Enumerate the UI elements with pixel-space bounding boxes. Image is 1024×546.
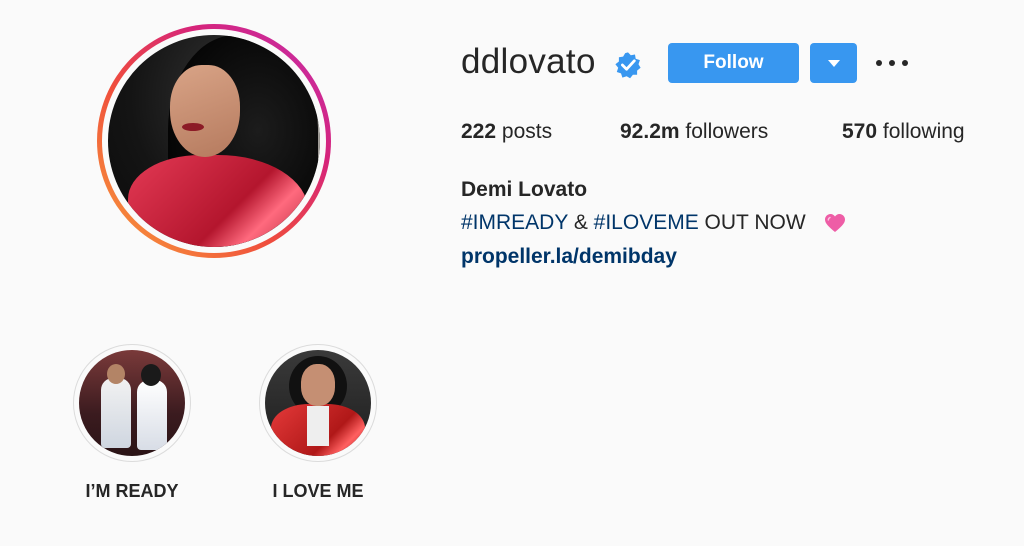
bio-ampersand: & [567, 211, 594, 234]
cover-face [301, 364, 335, 406]
verified-badge-icon [615, 52, 641, 79]
followers-stat[interactable]: 92.2m followers [620, 120, 768, 144]
bio-text: #IMREADY & #ILOVEME OUT NOW [461, 211, 812, 235]
following-label: following [882, 120, 965, 143]
highlight-ring [73, 344, 191, 462]
posts-count: 222 [461, 120, 497, 143]
story-ring[interactable] [97, 24, 331, 258]
followers-label: followers [685, 120, 769, 143]
highlight-cover [265, 350, 371, 456]
cover-head [141, 364, 161, 386]
full-name: Demi Lovato [461, 178, 588, 201]
highlight-im-ready[interactable]: I’M READY [73, 344, 191, 501]
highlight-cover [79, 350, 185, 456]
hashtag-iloveme[interactable]: #ILOVEME [594, 211, 699, 234]
cover-head [107, 364, 125, 384]
avatar[interactable] [108, 35, 320, 247]
cover-top [307, 406, 329, 446]
cover-figure [101, 378, 131, 448]
following-stat[interactable]: 570 following [842, 120, 965, 144]
more-options-icon [876, 60, 882, 66]
pink-heart-icon [825, 214, 845, 232]
posts-stat: 222 posts [461, 120, 552, 144]
avatar-gap [102, 29, 326, 253]
highlight-label: I LOVE ME [272, 481, 364, 501]
cover-figure [137, 380, 167, 450]
username: ddlovato [461, 42, 596, 81]
more-options-icon-dot [889, 60, 895, 66]
avatar-face [170, 65, 240, 157]
bio-out-now: OUT NOW [698, 211, 812, 234]
posts-label: posts [501, 120, 553, 143]
triangle-down-icon [827, 59, 840, 67]
more-options-icon-dot [902, 60, 908, 66]
following-count: 570 [842, 120, 878, 143]
highlight-label: I’M READY [85, 481, 179, 501]
profile-page: ddlovato Follow 222 posts 92.2m follower… [0, 0, 1024, 546]
bio-link[interactable]: propeller.la/demibday [461, 245, 677, 269]
highlight-ring [259, 344, 377, 462]
hashtag-imready[interactable]: #IMREADY [461, 211, 568, 234]
followers-count: 92.2m [620, 120, 680, 143]
more-options-button[interactable] [872, 52, 912, 74]
highlight-i-love-me[interactable]: I LOVE ME [259, 344, 377, 501]
suggested-accounts-dropdown-button[interactable] [810, 43, 857, 83]
avatar-lips [182, 123, 204, 131]
follow-button[interactable]: Follow [668, 43, 799, 83]
